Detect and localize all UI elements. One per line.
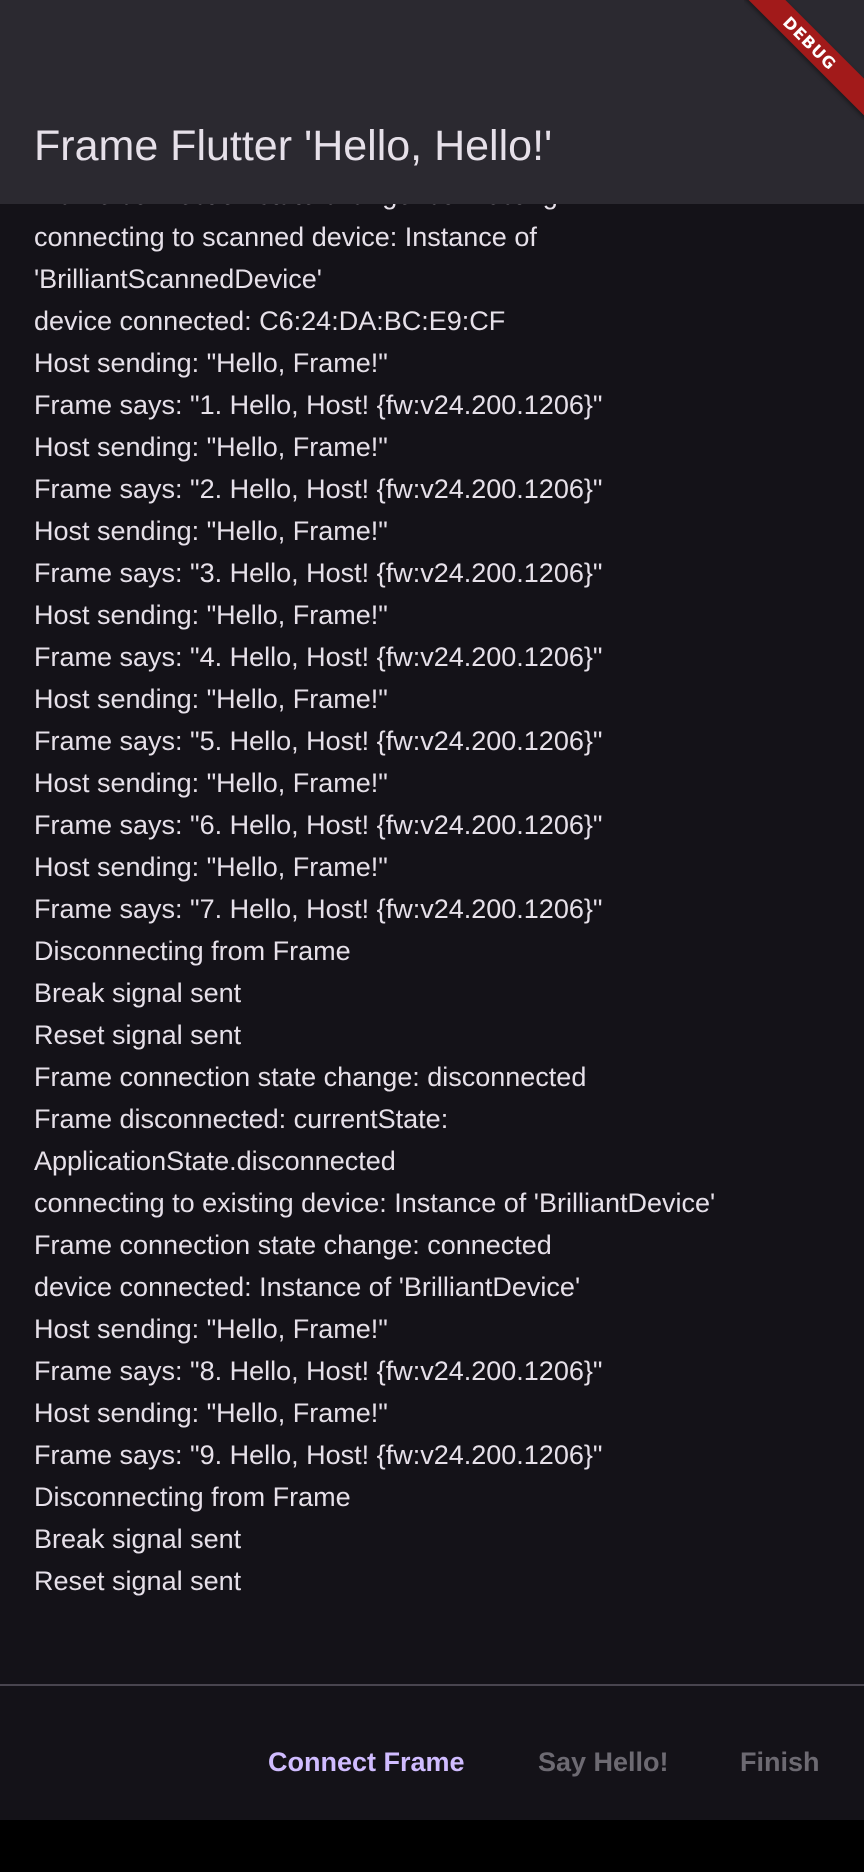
log-line: Frame connection state change: connected <box>34 1230 552 1260</box>
system-nav-area <box>0 1820 864 1872</box>
log-line: Host sending: "Hello, Frame!" <box>34 600 388 630</box>
log-line: Host sending: "Hello, Frame!" <box>34 852 388 882</box>
log-line: Frame says: "3. Hello, Host! {fw:v24.200… <box>34 558 603 588</box>
log-line: Host sending: "Hello, Frame!" <box>34 348 388 378</box>
log-line: Host sending: "Hello, Frame!" <box>34 768 388 798</box>
log-line: Frame connection state change: disconnec… <box>34 1062 587 1092</box>
log-line: ApplicationState.disconnected <box>34 1146 396 1176</box>
say-hello-button[interactable]: Say Hello! <box>538 1738 669 1786</box>
log-line: connecting to scanned device: Instance o… <box>34 222 537 252</box>
log-line: device connected: Instance of 'Brilliant… <box>34 1272 581 1302</box>
log-line: Disconnecting from Frame <box>34 1482 351 1512</box>
log-line: Frame says: "8. Hello, Host! {fw:v24.200… <box>34 1356 603 1386</box>
log-line: Frame connection state change: connectin… <box>34 204 864 216</box>
action-bar: Connect Frame Say Hello! Finish <box>0 1686 864 1820</box>
log-line: Host sending: "Hello, Frame!" <box>34 432 388 462</box>
log-line: Frame says: "5. Hello, Host! {fw:v24.200… <box>34 726 603 756</box>
log-line: Frame disconnected: currentState: <box>34 1104 449 1134</box>
log-line: Frame says: "9. Hello, Host! {fw:v24.200… <box>34 1440 603 1470</box>
log-line: 'BrilliantScannedDevice' <box>34 264 322 294</box>
app-bar: Frame Flutter 'Hello, Hello!' <box>0 0 864 204</box>
log-content: Frame connection state change: connectin… <box>34 204 864 1602</box>
log-line: device connected: C6:24:DA:BC:E9:CF <box>34 306 506 336</box>
log-line: Host sending: "Hello, Frame!" <box>34 516 388 546</box>
finish-button[interactable]: Finish <box>740 1738 820 1786</box>
log-line: Frame says: "4. Hello, Host! {fw:v24.200… <box>34 642 603 672</box>
log-line: Frame says: "7. Hello, Host! {fw:v24.200… <box>34 894 603 924</box>
debug-banner: DEBUG <box>744 0 864 120</box>
log-line: Frame says: "2. Hello, Host! {fw:v24.200… <box>34 474 603 504</box>
log-line: Host sending: "Hello, Frame!" <box>34 684 388 714</box>
log-line: Host sending: "Hello, Frame!" <box>34 1314 388 1344</box>
log-line: Break signal sent <box>34 1524 242 1554</box>
app-screen: Frame Flutter 'Hello, Hello!' DEBUG Fram… <box>0 0 864 1872</box>
log-line: Disconnecting from Frame <box>34 936 351 966</box>
log-line: Frame says: "6. Hello, Host! {fw:v24.200… <box>34 810 603 840</box>
log-line: connecting to existing device: Instance … <box>34 1188 716 1218</box>
connect-frame-button[interactable]: Connect Frame <box>268 1738 465 1786</box>
log-line: Reset signal sent <box>34 1020 242 1050</box>
log-line: Host sending: "Hello, Frame!" <box>34 1398 388 1428</box>
app-title: Frame Flutter 'Hello, Hello!' <box>34 122 553 170</box>
log-line: Frame says: "1. Hello, Host! {fw:v24.200… <box>34 390 603 420</box>
debug-banner-label: DEBUG <box>744 0 864 120</box>
log-line: Break signal sent <box>34 978 242 1008</box>
log-line: Reset signal sent <box>34 1566 242 1596</box>
log-list[interactable]: Frame connection state change: connectin… <box>0 204 864 1684</box>
